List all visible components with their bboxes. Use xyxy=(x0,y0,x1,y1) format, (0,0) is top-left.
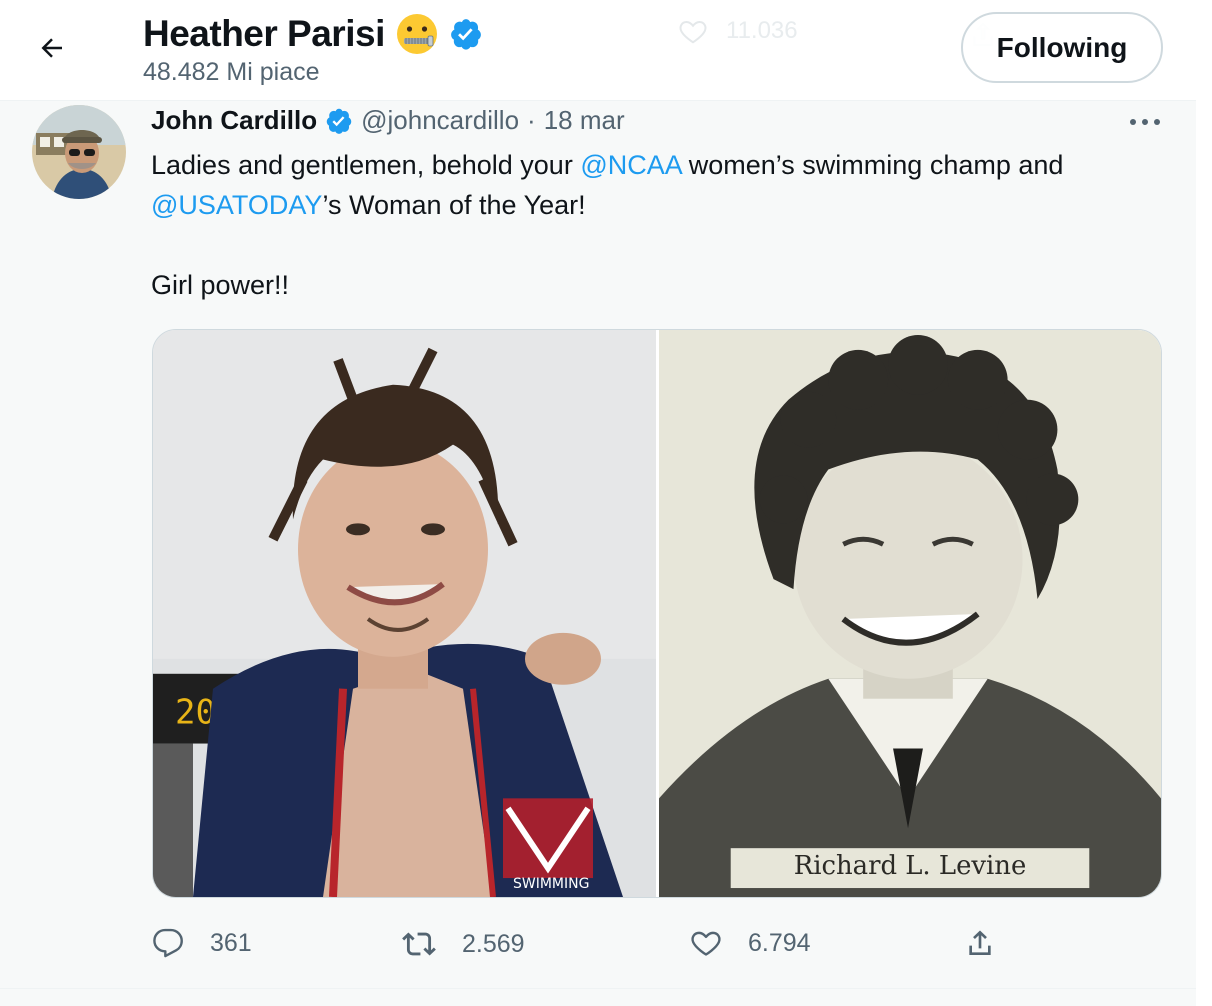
mention-ncaa[interactable]: @NCAA xyxy=(580,150,681,180)
tweet: John Cardillo @johncardillo · 18 mar Lad… xyxy=(0,101,1196,988)
retweet-count: 2.569 xyxy=(462,929,525,958)
faded-like-counter: 11.036 xyxy=(678,16,798,46)
tweet-text: Ladies and gentlemen, behold your @NCAA … xyxy=(151,145,1181,305)
page-edge xyxy=(1196,0,1212,1006)
tweet-text-line-2: @USATODAY’s Woman of the Year! xyxy=(151,185,1181,225)
tweet-text-line-1: Ladies and gentlemen, behold your @NCAA … xyxy=(151,145,1181,185)
tweet-date[interactable]: 18 mar xyxy=(544,105,625,136)
verified-badge-icon xyxy=(449,17,483,51)
reply-count: 361 xyxy=(210,928,252,957)
header-title-row: Heather Parisi xyxy=(143,12,483,56)
swimming-logo-text: SWIMMING xyxy=(513,876,589,892)
tweet-divider xyxy=(0,988,1196,1006)
share-icon xyxy=(969,930,991,955)
mention-usatoday[interactable]: @USATODAY xyxy=(151,190,322,220)
heart-outline-icon xyxy=(679,20,707,44)
tweet-text-segment: ’s Woman of the Year! xyxy=(322,190,586,220)
top-header: 11.036 Heather Parisi 48.482 Mi piace Fo… xyxy=(0,0,1196,101)
page-subtitle: 48.482 Mi piace xyxy=(143,58,320,86)
page-title: Heather Parisi xyxy=(143,13,385,54)
share-button[interactable] xyxy=(964,927,996,959)
photo-yearbook[interactable]: Richard L. Levine xyxy=(659,330,1161,897)
like-count: 6.794 xyxy=(748,928,811,957)
yearbook-caption: Richard L. Levine xyxy=(794,851,1027,881)
faded-like-count: 11.036 xyxy=(726,17,798,44)
verified-badge-icon xyxy=(325,107,353,135)
author-name[interactable]: John Cardillo xyxy=(151,105,317,136)
reply-button[interactable]: 361 xyxy=(152,927,252,959)
photo-swimmer[interactable]: 20 SWIMMING xyxy=(153,330,656,897)
retweet-button[interactable]: 2.569 xyxy=(402,927,525,961)
tweet-actions: 361 2.569 6.794 xyxy=(152,927,1012,963)
tweet-text-segment: Ladies and gentlemen, behold your xyxy=(151,150,581,180)
tweet-header: John Cardillo @johncardillo · 18 mar xyxy=(151,105,625,136)
zipper-mouth-emoji-icon xyxy=(395,12,439,56)
like-button[interactable]: 6.794 xyxy=(690,927,811,959)
more-options-button[interactable] xyxy=(1125,109,1165,135)
separator-dot: · xyxy=(527,105,536,135)
following-button[interactable]: Following xyxy=(961,12,1163,83)
arrow-left-icon xyxy=(41,38,62,58)
tweet-media[interactable]: 20 SWIMMING Richard L. Levine xyxy=(152,329,1162,898)
reply-icon xyxy=(153,928,183,958)
author-handle[interactable]: @johncardillo xyxy=(361,105,519,136)
tweet-text-segment: women’s swimming champ and xyxy=(681,150,1064,180)
more-dots-icon xyxy=(1130,119,1160,125)
back-button[interactable] xyxy=(28,24,76,72)
heart-icon xyxy=(691,931,721,956)
retweet-icon xyxy=(402,932,436,956)
avatar[interactable] xyxy=(32,105,126,199)
tweet-text-line-3: Girl power!! xyxy=(151,270,290,300)
